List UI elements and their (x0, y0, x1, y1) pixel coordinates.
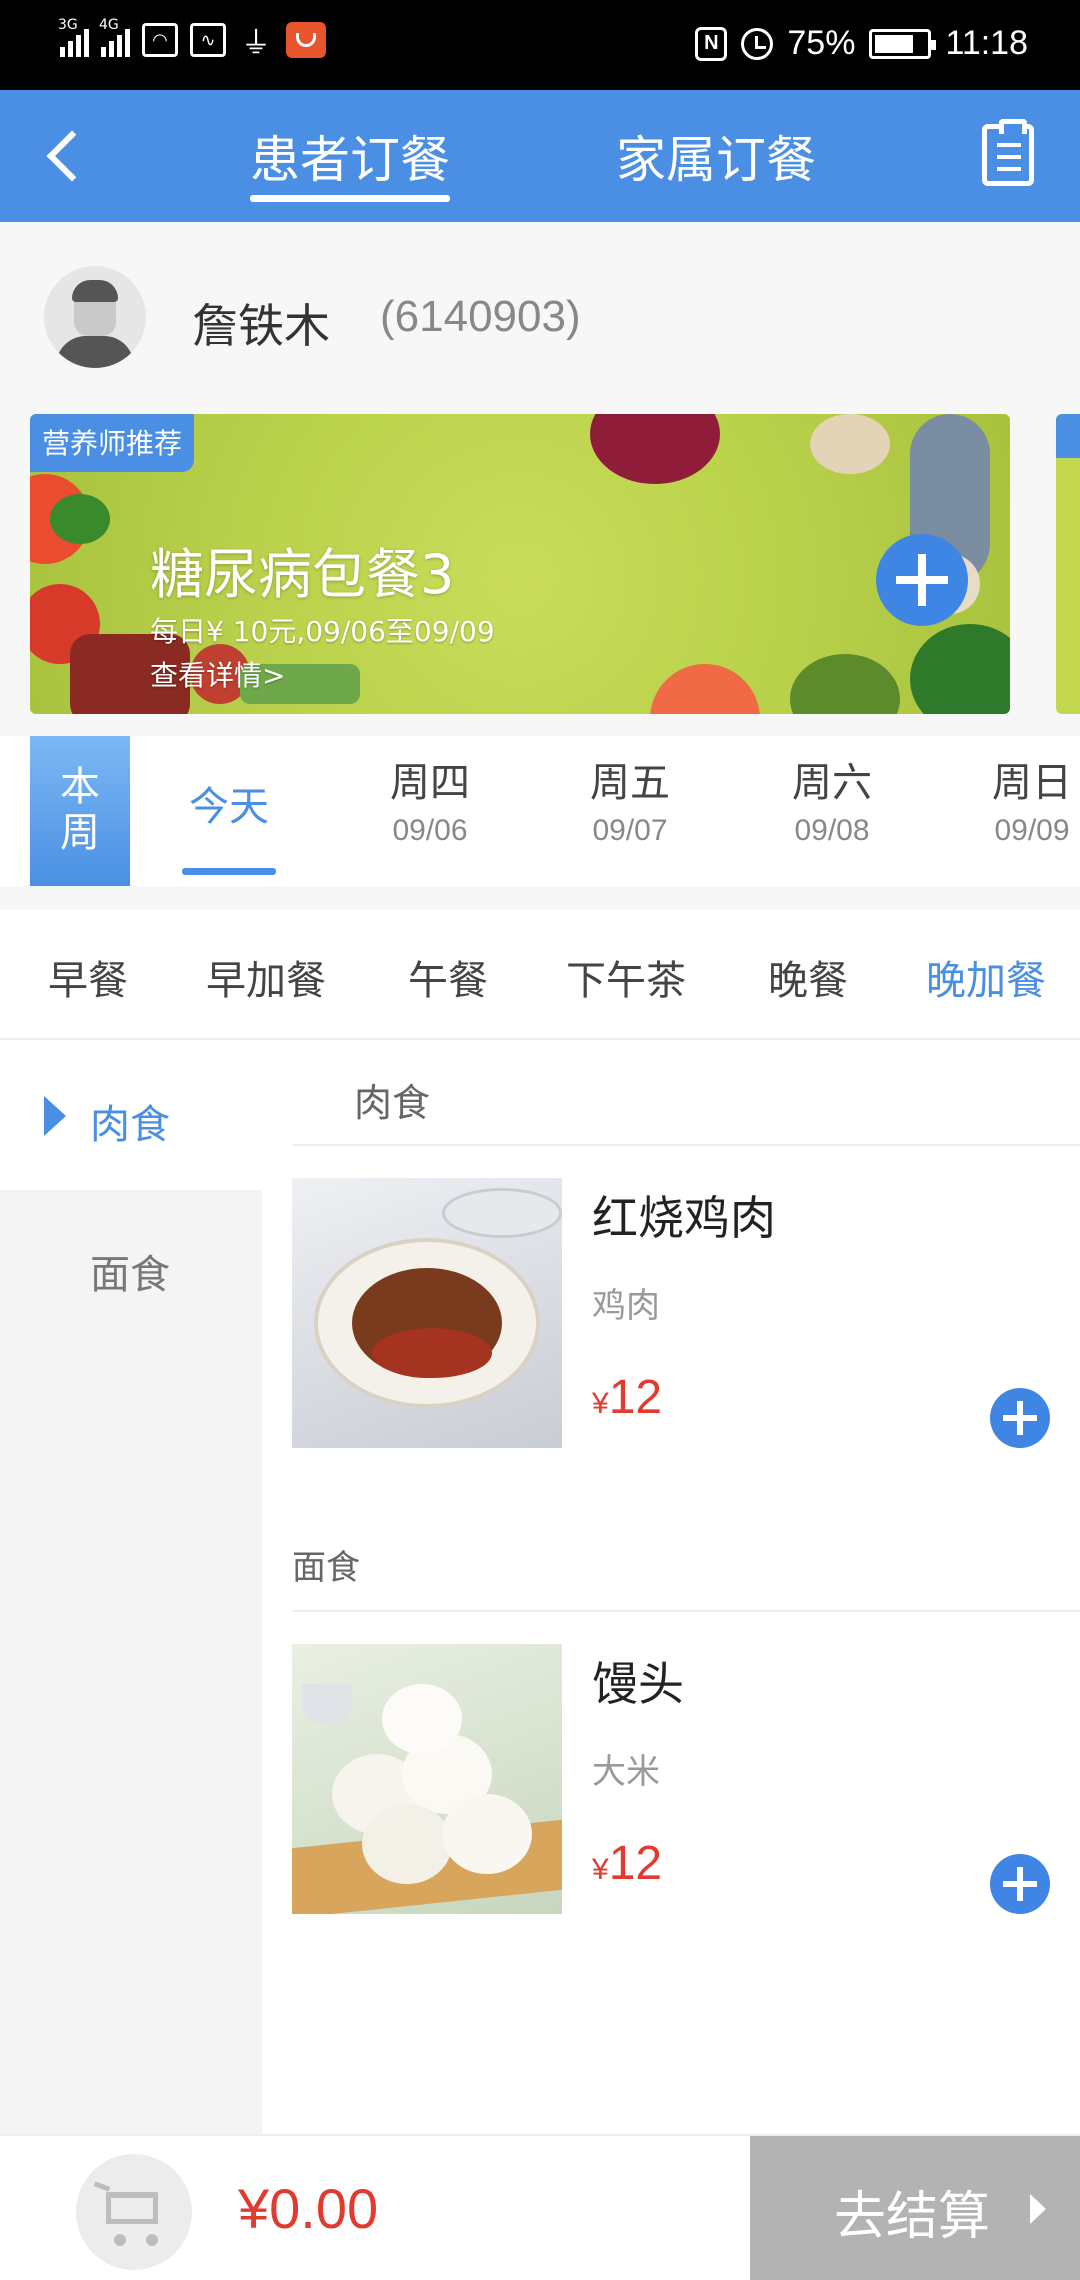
currency-symbol: ¥ (592, 1853, 609, 1886)
app-header: 患者订餐 家属订餐 (0, 90, 1080, 222)
dish-photo-braised-chicken (292, 1178, 562, 1448)
banner-carousel[interactable]: 营养师推荐 糖尿病包餐3 每日¥ 10元,09/06至09/09 查看详情> (0, 408, 1080, 714)
cart-icon[interactable] (76, 2154, 192, 2270)
patient-id: (6140903) (380, 292, 581, 341)
meal-tab-lunch[interactable]: 午餐 (408, 948, 488, 1006)
clock: 11:18 (945, 24, 1028, 62)
avatar (44, 266, 146, 368)
this-week-label: 本周 (60, 764, 100, 856)
net-label-1: 3G (58, 17, 78, 33)
day-date: 09/07 (592, 814, 668, 847)
status-bar: 3G 4G ◠ ∿ ⏚ N 75% 11:18 (0, 0, 1080, 90)
price-value: 12 (608, 1837, 663, 1890)
day-fri[interactable]: 周五 09/07 (560, 750, 700, 848)
package-banner[interactable]: 营养师推荐 糖尿病包餐3 每日¥ 10元,09/06至09/09 查看详情> (30, 414, 1010, 714)
pocket-app-icon (286, 22, 326, 58)
status-right: N 75% 11:18 (695, 24, 1028, 63)
price-value: 12 (608, 1371, 663, 1424)
battery-percent: 75% (787, 24, 856, 62)
add-dish-button[interactable] (990, 1854, 1050, 1914)
meal-tab-morning-snack[interactable]: 早加餐 (206, 948, 326, 1006)
status-left: 3G 4G ◠ ∿ ⏚ (58, 17, 326, 61)
dish-ingredient: 大米 (592, 1752, 660, 1792)
divider (292, 1144, 1080, 1146)
add-package-button[interactable] (876, 534, 968, 626)
alarm-icon (741, 27, 774, 60)
day-label: 今天 (189, 784, 269, 830)
dish-list[interactable]: 肉食 红烧鸡肉 鸡肉 ¥12 面食 馒头 大米 ¥12 (292, 1040, 1080, 2134)
day-thu[interactable]: 周四 09/06 (360, 750, 500, 848)
category-label: 面食 (90, 1252, 170, 1298)
this-week-badge: 本周 (30, 736, 130, 886)
checkout-label: 去结算 (834, 2187, 991, 2247)
day-date: 09/08 (794, 814, 870, 847)
day-label: 周六 (792, 760, 872, 806)
dish-ingredient: 鸡肉 (592, 1286, 660, 1326)
week-days (0, 736, 1080, 886)
day-sat[interactable]: 周六 09/08 (762, 750, 902, 848)
cart-bar: ¥0.00 去结算 (0, 2134, 1080, 2280)
caret-right-icon (44, 1096, 66, 1136)
banner-title: 糖尿病包餐3 (150, 543, 455, 606)
next-banner-peek[interactable] (1056, 414, 1080, 714)
usb-icon: ⏚ (241, 26, 271, 61)
wifi-icon: ◠ (142, 23, 178, 57)
checkout-button[interactable]: 去结算 (750, 2136, 1080, 2280)
order-list-icon[interactable] (982, 119, 1034, 186)
meal-tab-breakfast[interactable]: 早餐 (48, 948, 128, 1006)
meal-tabs: 早餐 早加餐 午餐 下午茶 晚餐 晚加餐 (0, 910, 1080, 1047)
day-sun[interactable]: 周日 09/09 (962, 750, 1080, 848)
category-meat[interactable]: 肉食 (0, 1040, 262, 1190)
day-date: 09/06 (392, 814, 468, 847)
day-label: 周五 (590, 760, 670, 806)
banner-subtitle: 每日¥ 10元,09/06至09/09 (150, 615, 495, 648)
patient-info: 詹铁木 (6140903) (0, 222, 1080, 408)
nfc-icon: N (695, 26, 728, 61)
day-label: 周日 (992, 760, 1072, 806)
net-label-2: 4G (99, 17, 119, 33)
view-details-link[interactable]: 查看详情> (150, 654, 285, 694)
day-today[interactable]: 今天 (174, 774, 284, 875)
dish-price: ¥12 (592, 1836, 662, 1891)
section-title: 肉食 (354, 1081, 431, 1125)
activity-icon: ∿ (190, 23, 226, 57)
chevron-right-icon (1030, 2194, 1046, 2224)
tab-family-order[interactable]: 家属订餐 (616, 120, 816, 192)
dish-photo-steamed-bun (292, 1644, 562, 1914)
currency-symbol: ¥ (592, 1387, 609, 1420)
category-label: 肉食 (90, 1102, 170, 1148)
day-label: 周四 (390, 760, 470, 806)
meal-tab-afternoon-tea[interactable]: 下午茶 (566, 948, 686, 1006)
divider (292, 1610, 1080, 1612)
signal-4g-icon: 4G (99, 17, 130, 57)
category-noodles[interactable]: 面食 (0, 1190, 262, 1340)
cart-total: ¥0.00 (238, 2177, 379, 2240)
tab-patient-order[interactable]: 患者订餐 (250, 120, 450, 202)
dish-name: 馒头 (592, 1657, 684, 1711)
dish-price: ¥12 (592, 1370, 662, 1425)
meal-tab-dinner[interactable]: 晚餐 (768, 948, 848, 1006)
patient-name: 詹铁木 (192, 299, 330, 353)
meal-tab-night-snack[interactable]: 晚加餐 (926, 948, 1046, 1047)
battery-icon (869, 28, 937, 59)
section-title: 面食 (292, 1548, 360, 1588)
back-button[interactable] (40, 124, 100, 188)
week-selector: 本周 今天 周四 09/06 周五 09/07 周六 09/08 周日 09/0… (0, 714, 1080, 910)
category-sidebar: 肉食 面食 (0, 1040, 262, 2134)
dish-name: 红烧鸡肉 (592, 1191, 776, 1245)
add-dish-button[interactable] (990, 1388, 1050, 1448)
day-date: 09/09 (994, 814, 1070, 847)
signal-3g-icon: 3G (58, 17, 89, 57)
nutritionist-tag: 营养师推荐 (30, 414, 195, 472)
